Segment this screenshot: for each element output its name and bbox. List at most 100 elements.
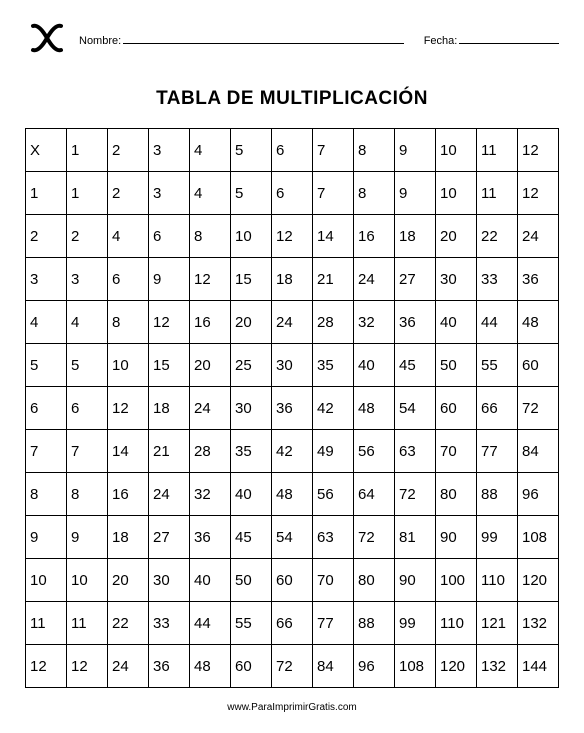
table-cell: 30 xyxy=(272,344,313,387)
table-cell: 132 xyxy=(518,602,559,645)
table-cell: 30 xyxy=(436,258,477,301)
table-cell: 8 xyxy=(354,172,395,215)
table-cell: 18 xyxy=(272,258,313,301)
table-cell: 14 xyxy=(313,215,354,258)
table-cell: 24 xyxy=(272,301,313,344)
table-cell: 3 xyxy=(149,172,190,215)
table-cell: 10 xyxy=(67,559,108,602)
table-cell: 60 xyxy=(272,559,313,602)
table-cell: 132 xyxy=(477,645,518,688)
table-cell: 72 xyxy=(272,645,313,688)
col-header: 7 xyxy=(313,129,354,172)
table-cell: 7 xyxy=(313,172,354,215)
table-cell: 24 xyxy=(354,258,395,301)
row-header: 2 xyxy=(26,215,67,258)
table-cell: 77 xyxy=(477,430,518,473)
table-cell: 99 xyxy=(395,602,436,645)
table-cell: 3 xyxy=(67,258,108,301)
table-cell: 32 xyxy=(190,473,231,516)
table-cell: 8 xyxy=(108,301,149,344)
table-cell: 27 xyxy=(149,516,190,559)
table-cell: 100 xyxy=(436,559,477,602)
table-cell: 84 xyxy=(313,645,354,688)
date-input-line[interactable] xyxy=(459,32,559,44)
table-cell: 54 xyxy=(272,516,313,559)
table-cell: 20 xyxy=(190,344,231,387)
table-cell: 20 xyxy=(436,215,477,258)
table-cell: 8 xyxy=(67,473,108,516)
date-field[interactable]: Fecha: xyxy=(424,32,559,47)
table-cell: 96 xyxy=(354,645,395,688)
col-header: 11 xyxy=(477,129,518,172)
table-cell: 40 xyxy=(231,473,272,516)
row-header: 12 xyxy=(26,645,67,688)
table-cell: 30 xyxy=(149,559,190,602)
table-cell: 28 xyxy=(190,430,231,473)
table-cell: 16 xyxy=(108,473,149,516)
col-header: 4 xyxy=(190,129,231,172)
table-cell: 70 xyxy=(313,559,354,602)
table-cell: 64 xyxy=(354,473,395,516)
table-cell: 24 xyxy=(518,215,559,258)
table-cell: 90 xyxy=(395,559,436,602)
table-cell: 15 xyxy=(231,258,272,301)
col-header: 1 xyxy=(67,129,108,172)
table-cell: 120 xyxy=(518,559,559,602)
table-cell: 30 xyxy=(231,387,272,430)
multiplication-table: X123456789101112112345678910111222468101… xyxy=(25,128,559,688)
col-header: 8 xyxy=(354,129,395,172)
table-cell: 1 xyxy=(67,172,108,215)
table-cell: 144 xyxy=(518,645,559,688)
table-cell: 88 xyxy=(477,473,518,516)
name-input-line[interactable] xyxy=(123,32,404,44)
table-cell: 72 xyxy=(395,473,436,516)
table-cell: 2 xyxy=(108,172,149,215)
table-cell: 56 xyxy=(313,473,354,516)
table-cell: 18 xyxy=(108,516,149,559)
row-header: 9 xyxy=(26,516,67,559)
page-title: TABLA DE MULTIPLICACIÓN xyxy=(25,88,559,110)
table-cell: 72 xyxy=(354,516,395,559)
table-cell: 99 xyxy=(477,516,518,559)
table-cell: 22 xyxy=(477,215,518,258)
table-cell: 40 xyxy=(354,344,395,387)
table-cell: 55 xyxy=(231,602,272,645)
table-cell: 15 xyxy=(149,344,190,387)
x-logo-icon xyxy=(25,16,69,60)
table-cell: 66 xyxy=(477,387,518,430)
table-cell: 121 xyxy=(477,602,518,645)
table-cell: 24 xyxy=(149,473,190,516)
table-cell: 48 xyxy=(190,645,231,688)
name-field[interactable]: Nombre: xyxy=(79,32,404,47)
col-header: 6 xyxy=(272,129,313,172)
table-cell: 42 xyxy=(313,387,354,430)
table-cell: 40 xyxy=(190,559,231,602)
table-cell: 63 xyxy=(395,430,436,473)
row-header: 3 xyxy=(26,258,67,301)
table-cell: 35 xyxy=(313,344,354,387)
table-cell: 27 xyxy=(395,258,436,301)
table-cell: 6 xyxy=(67,387,108,430)
table-cell: 40 xyxy=(436,301,477,344)
table-cell: 2 xyxy=(67,215,108,258)
table-cell: 44 xyxy=(477,301,518,344)
table-cell: 77 xyxy=(313,602,354,645)
table-cell: 16 xyxy=(190,301,231,344)
table-cell: 12 xyxy=(190,258,231,301)
table-cell: 54 xyxy=(395,387,436,430)
table-cell: 49 xyxy=(313,430,354,473)
col-header: 3 xyxy=(149,129,190,172)
footer-credit: www.ParaImprimirGratis.com xyxy=(25,702,559,713)
table-cell: 50 xyxy=(436,344,477,387)
table-cell: 60 xyxy=(518,344,559,387)
table-cell: 56 xyxy=(354,430,395,473)
table-cell: 12 xyxy=(149,301,190,344)
table-corner: X xyxy=(26,129,67,172)
table-cell: 12 xyxy=(108,387,149,430)
row-header: 11 xyxy=(26,602,67,645)
table-cell: 6 xyxy=(272,172,313,215)
table-cell: 60 xyxy=(231,645,272,688)
row-header: 10 xyxy=(26,559,67,602)
row-header: 6 xyxy=(26,387,67,430)
table-cell: 84 xyxy=(518,430,559,473)
